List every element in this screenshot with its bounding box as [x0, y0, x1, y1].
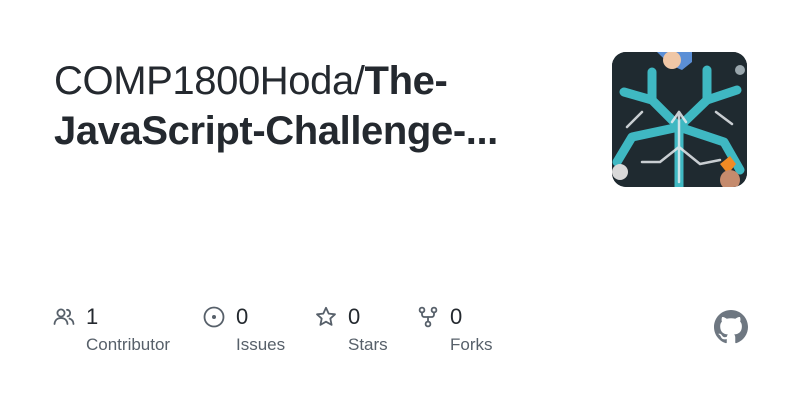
repo-forked-icon: [418, 306, 438, 328]
forks-label: Forks: [450, 335, 493, 354]
repo-title[interactable]: COMP1800Hoda/The- JavaScript-Challenge-..…: [54, 56, 574, 156]
contributors-count: 1: [86, 304, 99, 329]
issue-opened-icon: [203, 306, 225, 328]
issues-count: 0: [236, 304, 249, 329]
stars-label: Stars: [348, 335, 388, 354]
repo-image-art: [612, 52, 747, 187]
repo-name-line2: JavaScript-Challenge-...: [54, 109, 498, 153]
repo-image: [612, 52, 747, 187]
people-icon: [53, 308, 75, 325]
repo-social-card: COMP1800Hoda/The- JavaScript-Challenge-..…: [0, 0, 800, 400]
stars-count: 0: [348, 304, 361, 329]
contributors-label: Contributor: [86, 335, 171, 354]
star-icon: [316, 306, 336, 326]
github-mark-icon[interactable]: [714, 310, 748, 344]
issues-label: Issues: [236, 335, 286, 354]
repo-name-line1: The-: [364, 59, 448, 103]
repo-owner: COMP1800Hoda/: [54, 59, 365, 103]
forks-count: 0: [450, 304, 463, 329]
